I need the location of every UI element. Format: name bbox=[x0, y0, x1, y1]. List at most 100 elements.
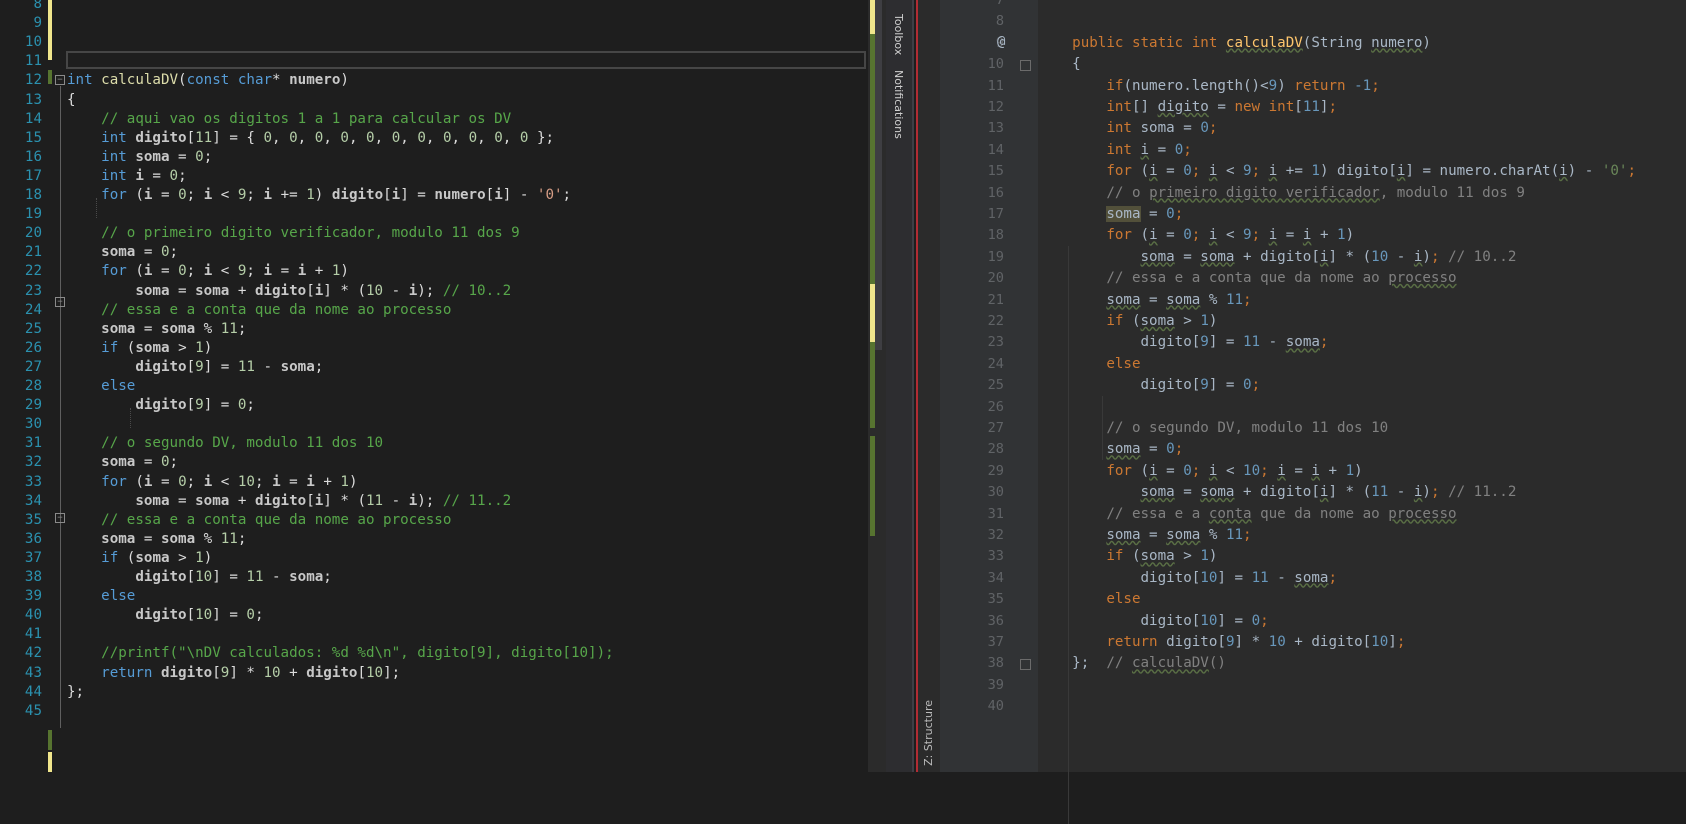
ij-code-line[interactable]: soma = soma + digito[i] * (11 - i); // 1… bbox=[1038, 481, 1517, 504]
ij-code-line[interactable]: { bbox=[1038, 53, 1081, 76]
vs-code-line[interactable]: digito[9] = 11 - soma; bbox=[67, 357, 323, 377]
fold-icon[interactable] bbox=[1020, 60, 1031, 72]
ij-code-line[interactable]: // o primeiro digito verificador, modulo… bbox=[1038, 182, 1525, 205]
vs-code-line[interactable]: digito[10] = 0; bbox=[67, 605, 263, 625]
ij-token: for bbox=[1106, 163, 1141, 180]
vs-code-line[interactable]: int digito[11] = { 0, 0, 0, 0, 0, 0, 0, … bbox=[67, 128, 554, 148]
vs-code-line[interactable]: else bbox=[67, 586, 135, 606]
ij-code-line[interactable]: else bbox=[1038, 353, 1140, 376]
ij-code-line[interactable]: for (i = 0; i < 9; i += 1) digito[i] = n… bbox=[1038, 160, 1636, 183]
vs-code-line[interactable]: // o primeiro digito verificador, modulo… bbox=[67, 223, 520, 243]
ij-code-line[interactable]: digito[9] = 0; bbox=[1038, 374, 1260, 397]
vs-line-number: 37 bbox=[24, 549, 42, 566]
ij-code-line[interactable]: for (i = 0; i < 10; i = i + 1) bbox=[1038, 460, 1362, 483]
ij-code-line[interactable]: else bbox=[1038, 588, 1141, 611]
vs-token: ; bbox=[254, 473, 273, 490]
ij-token: + digito[ bbox=[1285, 634, 1372, 650]
ij-token: ; bbox=[1251, 163, 1269, 180]
vs-token: soma bbox=[195, 492, 230, 509]
vs-token: [ bbox=[306, 492, 315, 509]
vs-code-line[interactable]: soma = 0; bbox=[67, 452, 178, 472]
vs-token: 0 bbox=[468, 129, 478, 146]
ij-token: 1 bbox=[1200, 313, 1209, 329]
vs-code-line[interactable]: for (i = 0; i < 9; i += 1) digito[i] = n… bbox=[67, 185, 571, 205]
collapse-icon[interactable]: − bbox=[55, 297, 65, 307]
vs-scroll-marker bbox=[870, 34, 875, 284]
ij-token: [ bbox=[1294, 99, 1303, 115]
ij-code-line[interactable]: digito[10] = 11 - soma; bbox=[1038, 567, 1337, 590]
notifications-tab[interactable]: Notifications bbox=[892, 70, 905, 139]
ij-code-line[interactable]: int soma = 0; bbox=[1038, 117, 1217, 140]
ij-code-line[interactable]: // essa e a conta que da nome ao process… bbox=[1038, 267, 1456, 290]
ij-line-number: 10 bbox=[987, 56, 1004, 73]
vs-code-line[interactable]: int i = 0; bbox=[67, 166, 186, 186]
ij-code-line[interactable]: int i = 0; bbox=[1038, 139, 1191, 162]
ij-code-line[interactable]: if (soma > 1) bbox=[1038, 310, 1217, 333]
ij-line-number: 29 bbox=[987, 462, 1004, 479]
vs-token: = bbox=[280, 473, 307, 490]
ij-token: ; bbox=[1191, 227, 1209, 244]
vs-code-line[interactable]: // o segundo DV, modulo 11 dos 10 bbox=[67, 433, 383, 453]
vs-line-number: 8 bbox=[33, 0, 42, 12]
vs-code-line[interactable]: int calculaDV(const char* numero) bbox=[67, 70, 349, 90]
ij-code-line[interactable]: if (soma > 1) bbox=[1038, 545, 1217, 568]
ij-code-line[interactable]: int[] digito = new int[11]; bbox=[1038, 96, 1337, 119]
vs-code-line[interactable]: soma = soma % 11; bbox=[67, 319, 246, 339]
ij-code-line[interactable]: }; // calculaDV() bbox=[1038, 652, 1226, 675]
vs-line-number: 14 bbox=[24, 110, 42, 127]
pane-divider[interactable] bbox=[912, 0, 914, 772]
vs-token: [ bbox=[383, 187, 392, 203]
vs-code-line[interactable]: int soma = 0; bbox=[67, 147, 212, 167]
ij-token: for bbox=[1106, 462, 1141, 479]
ij-token bbox=[1038, 78, 1106, 94]
vs-code-line[interactable]: digito[10] = 11 - soma; bbox=[67, 567, 332, 587]
vs-code-line[interactable]: // aqui vao os digitos 1 a 1 para calcul… bbox=[67, 109, 511, 129]
vs-code-line[interactable]: soma = soma + digito[i] * (10 - i); // 1… bbox=[67, 281, 511, 301]
vs-code-line[interactable]: for (i = 0; i < 9; i = i + 1) bbox=[67, 261, 349, 281]
vs-code-line[interactable]: for (i = 0; i < 10; i = i + 1) bbox=[67, 472, 357, 492]
ij-code-line[interactable]: soma = soma + digito[i] * (10 - i); // 1… bbox=[1038, 246, 1517, 269]
vs-vertical-scrollbar[interactable] bbox=[868, 0, 886, 772]
fold-icon[interactable] bbox=[1020, 659, 1031, 671]
ij-token: else bbox=[1106, 591, 1141, 608]
ij-code-line[interactable]: public static int calculaDV(String numer… bbox=[1038, 32, 1431, 55]
ij-code-line[interactable]: for (i = 0; i < 9; i = i + 1) bbox=[1038, 224, 1354, 247]
collapse-icon[interactable]: − bbox=[55, 75, 65, 85]
ij-token: = bbox=[1157, 462, 1184, 479]
vs-token: ) bbox=[340, 263, 349, 280]
vs-code-line[interactable]: soma = soma + digito[i] * (11 - i); // 1… bbox=[67, 491, 511, 511]
vs-code-line[interactable]: }; bbox=[67, 682, 84, 702]
vs-code-area[interactable]: int calculaDV(const char* numero){ // aq… bbox=[67, 0, 867, 772]
ij-code-line[interactable]: digito[10] = 0; bbox=[1038, 610, 1268, 633]
vs-code-line[interactable]: digito[9] = 0; bbox=[67, 395, 255, 415]
ij-code-line[interactable]: // essa e a conta que da nome ao process… bbox=[1038, 503, 1456, 526]
vs-code-line[interactable]: //printf("\nDV calculados: %d %d\n", dig… bbox=[67, 643, 614, 663]
toolbox-tab[interactable]: Toolbox bbox=[892, 14, 905, 55]
ij-code-line[interactable]: soma = 0; bbox=[1038, 438, 1183, 461]
vs-line-number: 19 bbox=[24, 206, 42, 223]
ij-code-line[interactable]: return digito[9] * 10 + digito[10]; bbox=[1038, 631, 1405, 654]
vs-code-line[interactable]: soma = soma % 11; bbox=[67, 529, 246, 549]
vs-code-line[interactable]: { bbox=[67, 90, 76, 110]
vs-code-line[interactable]: return digito[9] * 10 + digito[10]; bbox=[67, 663, 400, 683]
ij-code-line[interactable]: soma = soma % 11; bbox=[1038, 524, 1251, 547]
vs-token: const bbox=[186, 72, 230, 89]
vs-token: 9 bbox=[195, 397, 204, 414]
vs-code-line[interactable]: // essa e a conta que da nome ao process… bbox=[67, 510, 451, 530]
vs-code-line[interactable]: else bbox=[67, 376, 135, 396]
ij-token: ] = bbox=[1217, 569, 1252, 586]
override-marker-icon[interactable]: @ bbox=[997, 34, 1005, 50]
vs-token: - bbox=[254, 358, 281, 375]
vs-code-line[interactable]: soma = 0; bbox=[67, 242, 178, 262]
vs-code-line[interactable]: // essa e a conta que da nome ao process… bbox=[67, 300, 451, 320]
ij-code-line[interactable]: if(numero.length()<9) return -1; bbox=[1038, 75, 1379, 98]
structure-tab[interactable]: Z: Structure bbox=[922, 700, 935, 766]
ij-code-area[interactable]: public static int calculaDV(String numer… bbox=[1038, 0, 1686, 824]
vs-code-line[interactable]: if (soma > 1) bbox=[67, 548, 212, 568]
ij-code-line[interactable]: soma = soma % 11; bbox=[1038, 289, 1251, 312]
collapse-icon[interactable]: − bbox=[55, 513, 65, 523]
ij-code-line[interactable]: soma = 0; bbox=[1038, 203, 1183, 226]
ij-code-line[interactable]: digito[9] = 11 - soma; bbox=[1038, 331, 1328, 354]
vs-code-line[interactable]: if (soma > 1) bbox=[67, 338, 212, 358]
ij-code-line[interactable]: // o segundo DV, modulo 11 dos 10 bbox=[1038, 417, 1388, 440]
